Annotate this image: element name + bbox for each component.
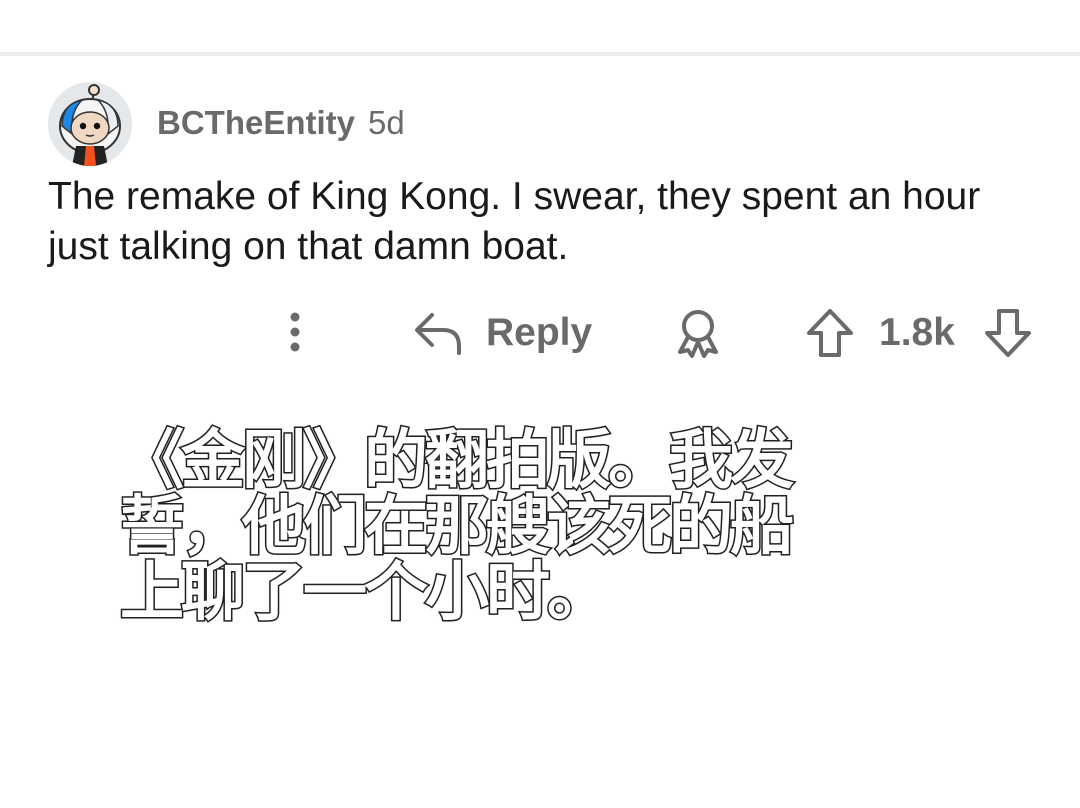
downvote-arrow-icon[interactable] [983,307,1033,359]
upvote-arrow-icon[interactable] [805,307,855,359]
reply-button[interactable]: Reply [486,311,592,355]
award-ribbon-icon[interactable] [674,308,722,358]
comment: BCTheEntity 5d The remake of King Kong. … [0,0,1080,808]
vote-score: 1.8k [879,311,955,354]
comment-age: 5d [368,104,405,141]
avatar[interactable] [48,82,132,166]
comment-body: The remake of King Kong. I swear, they s… [48,175,981,268]
vertical-ellipsis-icon[interactable] [280,310,310,354]
comment-author[interactable]: BCTheEntity [157,104,355,142]
translated-subtitle: 《金刚》的翻拍版。我发誓，他们在那艘该死的船上聊了一个小时。 [119,424,796,630]
snoo-avatar-icon [48,82,132,166]
reply-arrow-icon[interactable] [413,310,463,356]
